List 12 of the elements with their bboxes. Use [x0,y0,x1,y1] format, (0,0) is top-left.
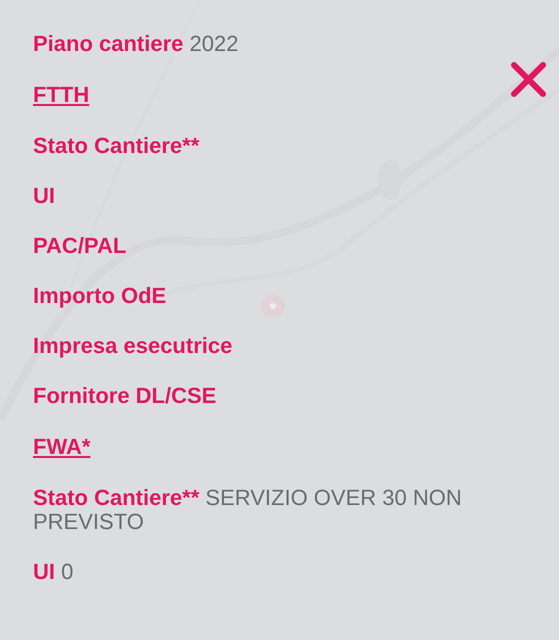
field-text: UI 0 [33,560,74,584]
field-text: PAC/PAL [33,234,128,258]
field-text: Piano cantiere 2022 [33,32,240,56]
close-icon[interactable] [510,61,547,98]
section-link[interactable]: FTTH [33,82,90,108]
field-text: Stato Cantiere** SERVIZIO OVER 30 NON PREVISTO [33,486,463,534]
section-link[interactable]: FWA* [33,434,90,460]
field-text: UI [33,184,56,208]
field-text: Fornitore DL/CSE [33,384,218,408]
field-text: Impresa esecutrice [33,334,234,358]
field-text: Stato Cantiere** [33,134,200,158]
field-text: Importo OdE [33,284,168,308]
